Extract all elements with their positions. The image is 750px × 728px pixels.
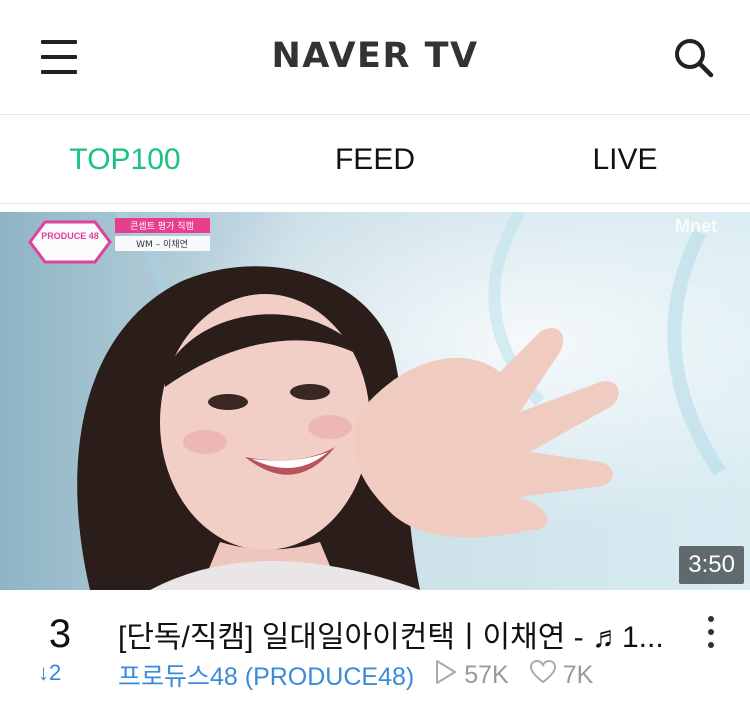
- rank-change: ↓2: [38, 660, 61, 686]
- rank-number: 3: [48, 612, 72, 656]
- svg-text:콘셉트 평가 직캠: 콘셉트 평가 직캠: [130, 220, 194, 232]
- channel-name[interactable]: 프로듀스48 (PRODUCE48): [118, 657, 414, 693]
- rank-change-value: 2: [49, 660, 62, 685]
- top-bar: NAVER TV: [0, 0, 750, 115]
- svg-text:PRODUCE 48: PRODUCE 48: [41, 231, 99, 241]
- heart-icon: [529, 659, 557, 692]
- mnet-watermark: Mnet: [675, 216, 717, 236]
- thumbnail-image: PRODUCE 48 콘셉트 평가 직캠 WM – 이채연 Mnet: [0, 212, 750, 590]
- play-icon: [434, 659, 458, 692]
- video-thumbnail[interactable]: PRODUCE 48 콘셉트 평가 직캠 WM – 이채연 Mnet 3:50: [0, 212, 750, 590]
- video-meta: 프로듀스48 (PRODUCE48) 57K 7K: [118, 657, 593, 693]
- tab-top100[interactable]: TOP100: [0, 116, 250, 204]
- like-count: 7K: [562, 660, 594, 689]
- tab-feed[interactable]: FEED: [250, 116, 500, 204]
- search-icon[interactable]: [670, 34, 718, 82]
- tab-live[interactable]: LIVE: [500, 116, 750, 204]
- arrow-down-icon: ↓: [38, 660, 49, 685]
- more-vertical-icon[interactable]: [700, 614, 724, 650]
- category-tabs: TOP100 FEED LIVE: [0, 116, 750, 204]
- play-count: 57K: [464, 660, 509, 689]
- produce48-logo: [28, 220, 112, 264]
- svg-text:WM – 이채연: WM – 이채연: [136, 239, 188, 250]
- naver-tv-logo[interactable]: NAVER TV: [0, 36, 750, 76]
- video-title[interactable]: [단독/직캠] 일대일아이컨택ㅣ이채연 - ♬1...: [118, 612, 693, 656]
- video-duration: 3:50: [679, 546, 744, 584]
